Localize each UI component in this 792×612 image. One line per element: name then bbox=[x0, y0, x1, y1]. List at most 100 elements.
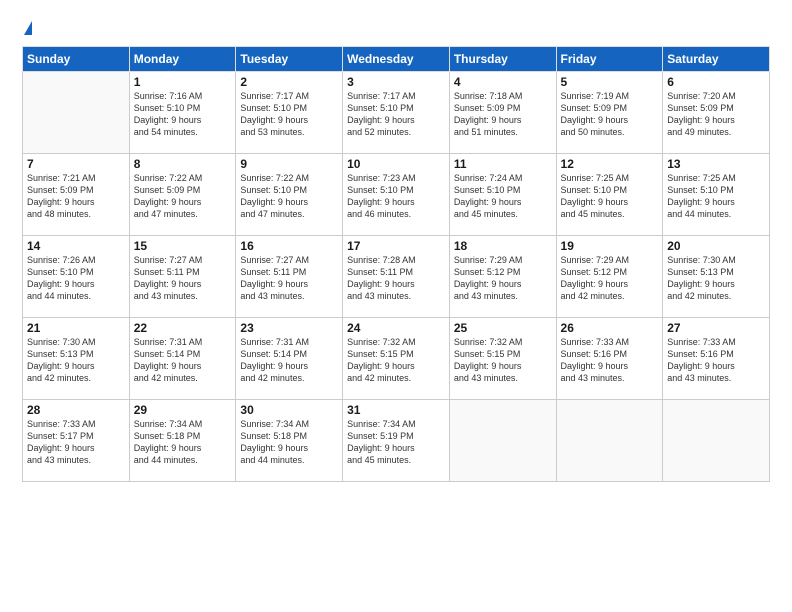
calendar-cell: 24Sunrise: 7:32 AM Sunset: 5:15 PM Dayli… bbox=[343, 317, 450, 399]
day-number: 17 bbox=[347, 239, 445, 253]
calendar-cell bbox=[449, 399, 556, 481]
calendar-cell: 16Sunrise: 7:27 AM Sunset: 5:11 PM Dayli… bbox=[236, 235, 343, 317]
calendar-cell: 6Sunrise: 7:20 AM Sunset: 5:09 PM Daylig… bbox=[663, 71, 770, 153]
calendar-cell: 10Sunrise: 7:23 AM Sunset: 5:10 PM Dayli… bbox=[343, 153, 450, 235]
calendar-cell: 5Sunrise: 7:19 AM Sunset: 5:09 PM Daylig… bbox=[556, 71, 663, 153]
day-number: 19 bbox=[561, 239, 659, 253]
day-info: Sunrise: 7:32 AM Sunset: 5:15 PM Dayligh… bbox=[347, 336, 445, 385]
logo bbox=[22, 18, 32, 38]
day-info: Sunrise: 7:33 AM Sunset: 5:16 PM Dayligh… bbox=[561, 336, 659, 385]
calendar-cell: 31Sunrise: 7:34 AM Sunset: 5:19 PM Dayli… bbox=[343, 399, 450, 481]
day-info: Sunrise: 7:21 AM Sunset: 5:09 PM Dayligh… bbox=[27, 172, 125, 221]
day-number: 14 bbox=[27, 239, 125, 253]
day-number: 4 bbox=[454, 75, 552, 89]
day-info: Sunrise: 7:29 AM Sunset: 5:12 PM Dayligh… bbox=[561, 254, 659, 303]
calendar-cell: 12Sunrise: 7:25 AM Sunset: 5:10 PM Dayli… bbox=[556, 153, 663, 235]
calendar-table: SundayMondayTuesdayWednesdayThursdayFrid… bbox=[22, 46, 770, 482]
day-info: Sunrise: 7:25 AM Sunset: 5:10 PM Dayligh… bbox=[667, 172, 765, 221]
day-number: 24 bbox=[347, 321, 445, 335]
weekday-header-sunday: Sunday bbox=[23, 46, 130, 71]
day-info: Sunrise: 7:27 AM Sunset: 5:11 PM Dayligh… bbox=[240, 254, 338, 303]
calendar-cell bbox=[663, 399, 770, 481]
weekday-header-tuesday: Tuesday bbox=[236, 46, 343, 71]
day-number: 10 bbox=[347, 157, 445, 171]
weekday-header-wednesday: Wednesday bbox=[343, 46, 450, 71]
calendar-cell: 17Sunrise: 7:28 AM Sunset: 5:11 PM Dayli… bbox=[343, 235, 450, 317]
day-info: Sunrise: 7:33 AM Sunset: 5:16 PM Dayligh… bbox=[667, 336, 765, 385]
day-number: 27 bbox=[667, 321, 765, 335]
logo-triangle-icon bbox=[24, 21, 32, 35]
weekday-header-monday: Monday bbox=[129, 46, 236, 71]
day-number: 3 bbox=[347, 75, 445, 89]
day-info: Sunrise: 7:19 AM Sunset: 5:09 PM Dayligh… bbox=[561, 90, 659, 139]
calendar-cell: 22Sunrise: 7:31 AM Sunset: 5:14 PM Dayli… bbox=[129, 317, 236, 399]
calendar-cell: 25Sunrise: 7:32 AM Sunset: 5:15 PM Dayli… bbox=[449, 317, 556, 399]
calendar-cell: 1Sunrise: 7:16 AM Sunset: 5:10 PM Daylig… bbox=[129, 71, 236, 153]
calendar-cell: 18Sunrise: 7:29 AM Sunset: 5:12 PM Dayli… bbox=[449, 235, 556, 317]
calendar-cell: 2Sunrise: 7:17 AM Sunset: 5:10 PM Daylig… bbox=[236, 71, 343, 153]
calendar-cell bbox=[556, 399, 663, 481]
calendar-week-5: 28Sunrise: 7:33 AM Sunset: 5:17 PM Dayli… bbox=[23, 399, 770, 481]
calendar-cell: 23Sunrise: 7:31 AM Sunset: 5:14 PM Dayli… bbox=[236, 317, 343, 399]
day-number: 1 bbox=[134, 75, 232, 89]
day-info: Sunrise: 7:25 AM Sunset: 5:10 PM Dayligh… bbox=[561, 172, 659, 221]
day-number: 26 bbox=[561, 321, 659, 335]
header bbox=[22, 18, 770, 38]
day-info: Sunrise: 7:29 AM Sunset: 5:12 PM Dayligh… bbox=[454, 254, 552, 303]
day-info: Sunrise: 7:18 AM Sunset: 5:09 PM Dayligh… bbox=[454, 90, 552, 139]
day-info: Sunrise: 7:22 AM Sunset: 5:09 PM Dayligh… bbox=[134, 172, 232, 221]
day-info: Sunrise: 7:31 AM Sunset: 5:14 PM Dayligh… bbox=[240, 336, 338, 385]
day-info: Sunrise: 7:27 AM Sunset: 5:11 PM Dayligh… bbox=[134, 254, 232, 303]
calendar-cell: 19Sunrise: 7:29 AM Sunset: 5:12 PM Dayli… bbox=[556, 235, 663, 317]
day-info: Sunrise: 7:34 AM Sunset: 5:19 PM Dayligh… bbox=[347, 418, 445, 467]
day-number: 22 bbox=[134, 321, 232, 335]
calendar-cell: 7Sunrise: 7:21 AM Sunset: 5:09 PM Daylig… bbox=[23, 153, 130, 235]
calendar-week-2: 7Sunrise: 7:21 AM Sunset: 5:09 PM Daylig… bbox=[23, 153, 770, 235]
day-number: 12 bbox=[561, 157, 659, 171]
calendar-week-4: 21Sunrise: 7:30 AM Sunset: 5:13 PM Dayli… bbox=[23, 317, 770, 399]
day-info: Sunrise: 7:30 AM Sunset: 5:13 PM Dayligh… bbox=[667, 254, 765, 303]
day-info: Sunrise: 7:20 AM Sunset: 5:09 PM Dayligh… bbox=[667, 90, 765, 139]
calendar-cell: 29Sunrise: 7:34 AM Sunset: 5:18 PM Dayli… bbox=[129, 399, 236, 481]
day-info: Sunrise: 7:23 AM Sunset: 5:10 PM Dayligh… bbox=[347, 172, 445, 221]
calendar-cell: 3Sunrise: 7:17 AM Sunset: 5:10 PM Daylig… bbox=[343, 71, 450, 153]
calendar-cell: 8Sunrise: 7:22 AM Sunset: 5:09 PM Daylig… bbox=[129, 153, 236, 235]
day-number: 21 bbox=[27, 321, 125, 335]
day-info: Sunrise: 7:33 AM Sunset: 5:17 PM Dayligh… bbox=[27, 418, 125, 467]
day-number: 16 bbox=[240, 239, 338, 253]
day-info: Sunrise: 7:32 AM Sunset: 5:15 PM Dayligh… bbox=[454, 336, 552, 385]
day-number: 18 bbox=[454, 239, 552, 253]
day-number: 8 bbox=[134, 157, 232, 171]
calendar-cell: 15Sunrise: 7:27 AM Sunset: 5:11 PM Dayli… bbox=[129, 235, 236, 317]
day-info: Sunrise: 7:16 AM Sunset: 5:10 PM Dayligh… bbox=[134, 90, 232, 139]
day-info: Sunrise: 7:17 AM Sunset: 5:10 PM Dayligh… bbox=[347, 90, 445, 139]
day-number: 2 bbox=[240, 75, 338, 89]
day-number: 28 bbox=[27, 403, 125, 417]
day-info: Sunrise: 7:30 AM Sunset: 5:13 PM Dayligh… bbox=[27, 336, 125, 385]
day-number: 13 bbox=[667, 157, 765, 171]
weekday-header-friday: Friday bbox=[556, 46, 663, 71]
calendar-cell: 4Sunrise: 7:18 AM Sunset: 5:09 PM Daylig… bbox=[449, 71, 556, 153]
day-number: 7 bbox=[27, 157, 125, 171]
calendar-cell: 20Sunrise: 7:30 AM Sunset: 5:13 PM Dayli… bbox=[663, 235, 770, 317]
page: SundayMondayTuesdayWednesdayThursdayFrid… bbox=[0, 0, 792, 612]
day-number: 20 bbox=[667, 239, 765, 253]
day-info: Sunrise: 7:28 AM Sunset: 5:11 PM Dayligh… bbox=[347, 254, 445, 303]
logo-general bbox=[22, 18, 32, 38]
day-number: 6 bbox=[667, 75, 765, 89]
day-info: Sunrise: 7:34 AM Sunset: 5:18 PM Dayligh… bbox=[134, 418, 232, 467]
calendar-cell: 30Sunrise: 7:34 AM Sunset: 5:18 PM Dayli… bbox=[236, 399, 343, 481]
calendar-cell: 9Sunrise: 7:22 AM Sunset: 5:10 PM Daylig… bbox=[236, 153, 343, 235]
day-info: Sunrise: 7:34 AM Sunset: 5:18 PM Dayligh… bbox=[240, 418, 338, 467]
day-number: 5 bbox=[561, 75, 659, 89]
day-number: 29 bbox=[134, 403, 232, 417]
weekday-header-saturday: Saturday bbox=[663, 46, 770, 71]
day-info: Sunrise: 7:24 AM Sunset: 5:10 PM Dayligh… bbox=[454, 172, 552, 221]
calendar-week-1: 1Sunrise: 7:16 AM Sunset: 5:10 PM Daylig… bbox=[23, 71, 770, 153]
calendar-cell: 28Sunrise: 7:33 AM Sunset: 5:17 PM Dayli… bbox=[23, 399, 130, 481]
day-number: 30 bbox=[240, 403, 338, 417]
weekday-header-row: SundayMondayTuesdayWednesdayThursdayFrid… bbox=[23, 46, 770, 71]
day-number: 31 bbox=[347, 403, 445, 417]
calendar-week-3: 14Sunrise: 7:26 AM Sunset: 5:10 PM Dayli… bbox=[23, 235, 770, 317]
day-number: 9 bbox=[240, 157, 338, 171]
